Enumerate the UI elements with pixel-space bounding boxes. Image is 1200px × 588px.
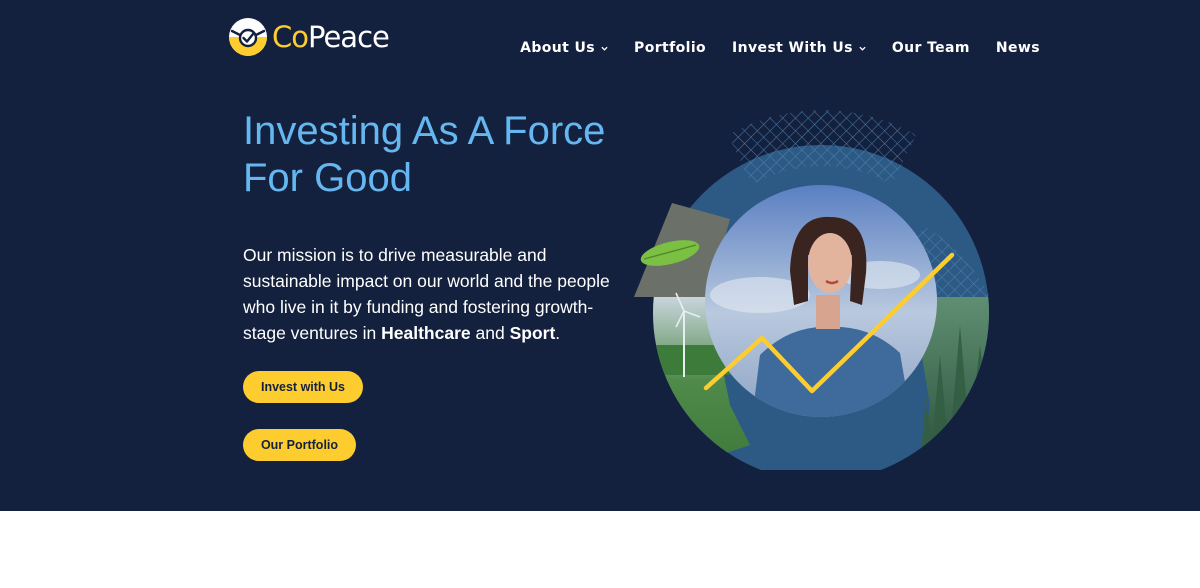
nav-item-label: News: [995, 40, 1040, 56]
nav-item-label: Portfolio: [634, 40, 707, 56]
nav-item-portfolio[interactable]: Portfolio: [634, 38, 706, 58]
invest-with-us-button[interactable]: Invest with Us: [243, 371, 363, 403]
copeace-logo-icon: [229, 18, 267, 56]
nav-item-invest-with-us[interactable]: Invest With Us: [732, 38, 866, 58]
mission-healthcare: Healthcare: [381, 323, 471, 343]
nav-item-about-us[interactable]: About Us: [520, 38, 608, 58]
hero-headline-line1: Investing As A Force: [243, 109, 606, 153]
mission-statement: Our mission is to drive measurable and s…: [243, 242, 633, 346]
mission-sport: Sport: [509, 323, 556, 343]
main-nav: About Us Portfolio Invest With Us Our Te…: [494, 38, 1040, 58]
nav-item-label: Invest With Us: [732, 40, 853, 56]
hero-collage-graphic: [634, 110, 990, 470]
our-portfolio-button[interactable]: Our Portfolio: [243, 429, 356, 461]
mission-and: and: [470, 323, 510, 343]
brand-logo[interactable]: CoPeace: [228, 16, 390, 58]
hero-headline-line2: For Good: [243, 156, 412, 200]
next-section: [0, 511, 1200, 588]
chevron-down-icon: [601, 46, 608, 51]
brand-name-part1: Co: [272, 20, 309, 54]
nav-item-news[interactable]: News: [996, 38, 1040, 58]
hero-headline: Investing As A Force For Good: [243, 108, 663, 202]
mission-end: .: [555, 323, 561, 343]
nav-item-label: About Us: [520, 40, 596, 56]
brand-name-part2: Peace: [308, 20, 390, 54]
hero-section: CoPeace About Us Portfolio Invest With U…: [0, 0, 1200, 511]
nav-item-label: Our Team: [891, 40, 970, 56]
nav-item-our-team[interactable]: Our Team: [892, 38, 970, 58]
brand-wordmark: CoPeace: [272, 17, 390, 57]
chevron-down-icon: [859, 46, 866, 51]
